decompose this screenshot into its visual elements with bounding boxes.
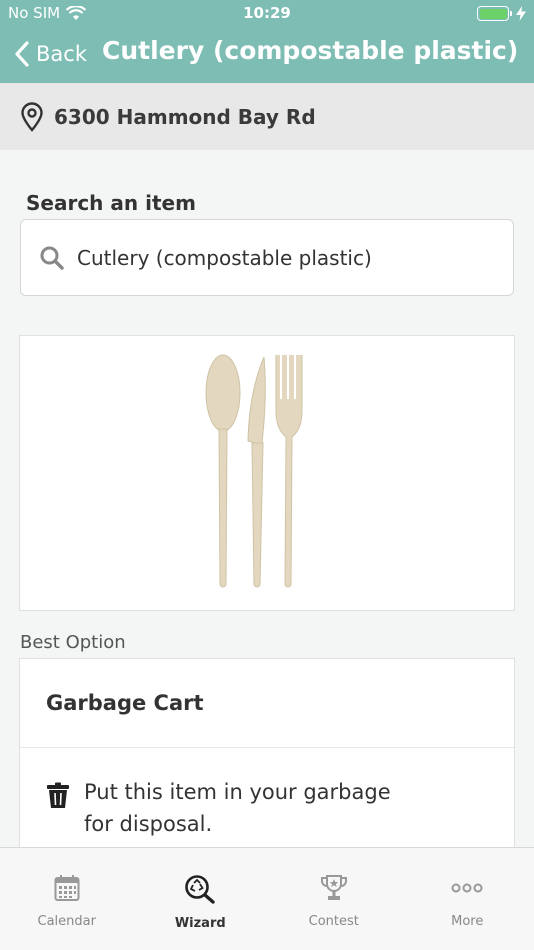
search-input[interactable]: Cutlery (compostable plastic) (20, 219, 514, 296)
option-description: Put this item in your garbage for dispos… (84, 780, 391, 836)
option-body: Put this item in your garbage for dispos… (20, 748, 514, 840)
tab-label-more: More (451, 914, 484, 929)
status-bar: No SIM 10:29 (0, 0, 534, 28)
tab-calendar[interactable]: Calendar (0, 848, 134, 950)
search-icon (40, 246, 64, 270)
cutlery-image (205, 354, 303, 588)
location-address: 6300 Hammond Bay Rd (54, 104, 316, 129)
search-value: Cutlery (compostable plastic) (77, 245, 372, 270)
battery-icon (477, 6, 512, 21)
best-option-label: Best Option (20, 632, 126, 653)
battery-fill (479, 8, 507, 19)
charging-bolt-icon (516, 6, 526, 21)
tab-label-contest: Contest (308, 914, 359, 929)
location-pin-icon (21, 101, 43, 132)
tab-label-wizard: Wizard (174, 916, 226, 931)
navigation-bar: Back Cutlery (compostable plastic) (0, 28, 534, 83)
page-title: Cutlery (compostable plastic) (102, 36, 519, 65)
location-bar[interactable]: 6300 Hammond Bay Rd (0, 83, 534, 150)
option-title: Garbage Cart (20, 659, 514, 748)
more-icon (451, 883, 483, 893)
best-option-card[interactable]: Garbage Cart Put this item in your garba… (19, 658, 515, 858)
tab-contest[interactable]: Contest (267, 848, 401, 950)
chevron-left-icon (15, 41, 29, 67)
status-time: 10:29 (243, 4, 291, 22)
back-button[interactable]: Back (14, 38, 87, 70)
trophy-icon (320, 875, 347, 900)
item-image-card (19, 335, 515, 611)
top-header: No SIM 10:29 Back Cutlery (compostable p… (0, 0, 534, 83)
search-label: Search an item (26, 191, 196, 215)
wizard-search-icon (185, 875, 215, 904)
tab-bar: Calendar Wizard Contest More (0, 847, 534, 950)
tab-more[interactable]: More (401, 848, 534, 950)
calendar-icon (54, 875, 80, 901)
tab-wizard[interactable]: Wizard (134, 848, 268, 950)
garbage-bin-icon (47, 782, 69, 808)
tab-label-calendar: Calendar (37, 914, 96, 929)
battery-indicator (477, 6, 526, 21)
back-label: Back (36, 42, 87, 66)
